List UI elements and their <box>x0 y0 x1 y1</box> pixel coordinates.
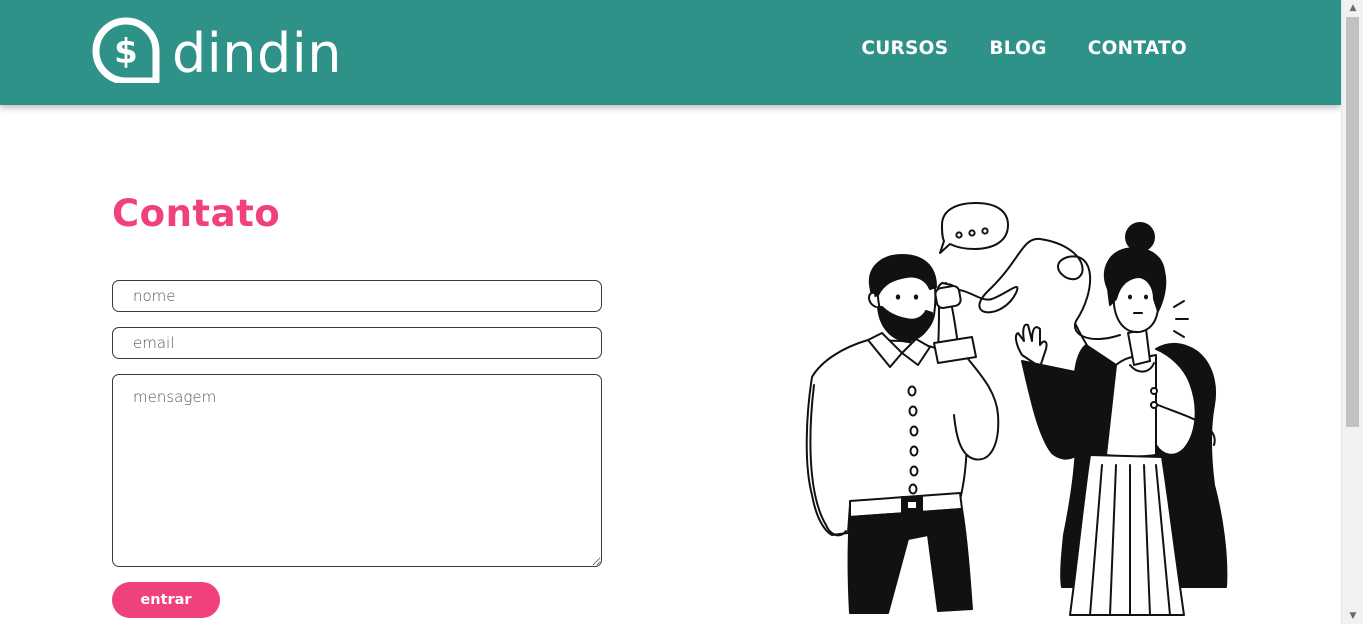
name-input[interactable] <box>112 280 602 312</box>
logo-link[interactable]: $ dindin <box>92 15 342 85</box>
people-talking-tin-can-phone-illustration <box>805 202 1228 616</box>
brand-name: dindin <box>172 22 343 85</box>
scrollbar-thumb[interactable] <box>1346 17 1359 427</box>
submit-button[interactable]: entrar <box>112 582 220 618</box>
dollar-speech-bubble-icon: $ <box>92 17 160 83</box>
vertical-scrollbar[interactable]: ▲ ▼ <box>1341 0 1363 624</box>
page-title: Contato <box>112 192 281 235</box>
message-textarea[interactable] <box>112 374 602 567</box>
nav-link-contato[interactable]: CONTATO <box>1088 38 1187 59</box>
main-nav: CURSOS BLOG CONTATO <box>861 38 1187 59</box>
svg-text:$: $ <box>114 32 138 72</box>
email-input[interactable] <box>112 327 602 359</box>
site-header: $ dindin CURSOS BLOG CONTATO <box>0 0 1341 105</box>
page: $ dindin CURSOS BLOG CONTATO Contato ent… <box>0 0 1341 624</box>
scroll-down-arrow-icon[interactable]: ▼ <box>1342 608 1363 624</box>
nav-link-cursos[interactable]: CURSOS <box>861 38 948 59</box>
nav-link-blog[interactable]: BLOG <box>989 38 1046 59</box>
scroll-up-arrow-icon[interactable]: ▲ <box>1342 0 1363 16</box>
